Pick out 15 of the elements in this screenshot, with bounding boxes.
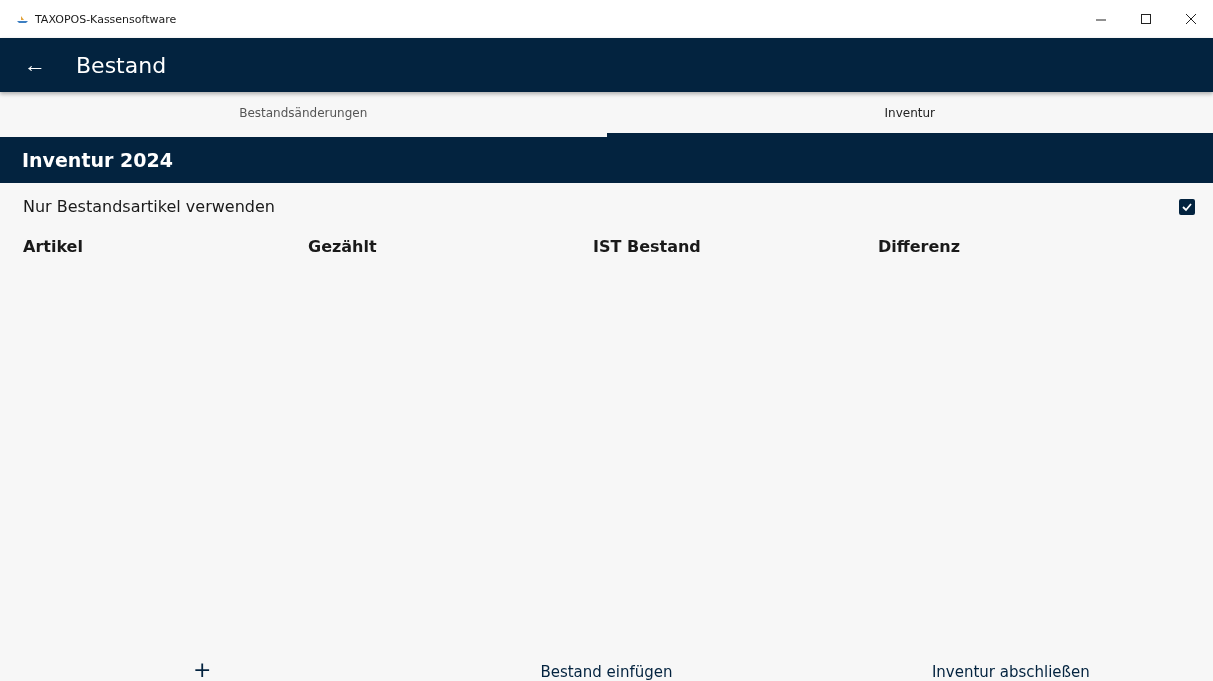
add-button[interactable]: + bbox=[188, 659, 216, 681]
action-button[interactable]: Inventur abschließen bbox=[927, 663, 1094, 681]
back-button[interactable]: ← bbox=[24, 52, 46, 78]
page-title: Bestand bbox=[76, 52, 167, 78]
tab[interactable]: Bestandsänderungen bbox=[0, 92, 607, 137]
column-header: IST Bestand bbox=[593, 237, 702, 256]
action-button[interactable]: Bestand einfügen bbox=[536, 663, 677, 681]
checkbox[interactable] bbox=[1179, 198, 1195, 215]
column-header: Gezählt bbox=[308, 237, 378, 256]
section-header: Inventur 2024 bbox=[0, 137, 1213, 183]
column-header: Artikel bbox=[23, 237, 84, 256]
window-title: TAXOPOS-Kassensoftware bbox=[35, 12, 177, 26]
column-header: Differenz bbox=[878, 237, 962, 256]
app-logo-icon bbox=[16, 14, 29, 24]
option-label: Nur Bestandsartikel verwenden bbox=[23, 197, 275, 216]
